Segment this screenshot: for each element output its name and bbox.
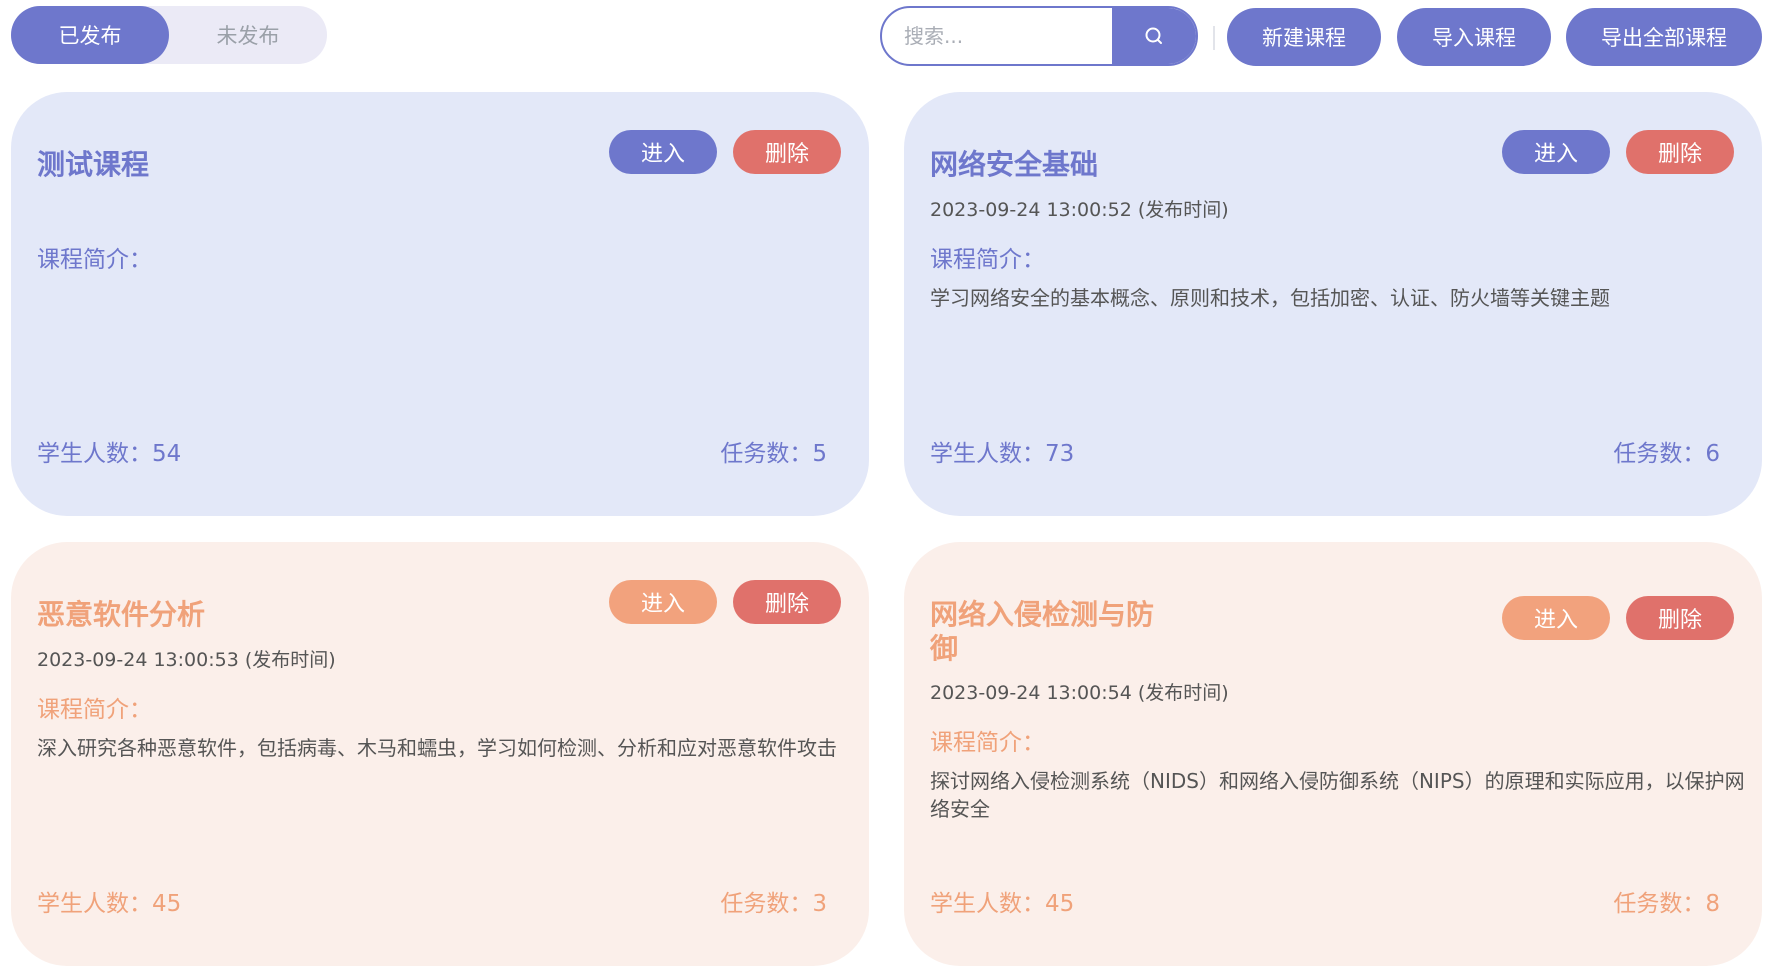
course-card: 恶意软件分析 进入 删除 2023-09-24 13:00:53 (发布时间) … — [11, 542, 869, 966]
course-title: 网络入侵检测与防御 — [930, 598, 1155, 665]
student-count: 学生人数：73 — [930, 441, 1075, 467]
task-count: 任务数：6 — [1613, 441, 1720, 467]
course-intro-text: 学习网络安全的基本概念、原则和技术，包括加密、认证、防火墙等关键主题 — [930, 286, 1610, 310]
publish-time: 2023-09-24 13:00:52 (发布时间) — [930, 199, 1229, 221]
export-all-courses-button[interactable]: 导出全部课程 — [1566, 8, 1762, 66]
task-count: 任务数：5 — [720, 441, 827, 467]
student-count: 学生人数：45 — [930, 891, 1075, 917]
delete-course-button[interactable]: 删除 — [1626, 596, 1734, 640]
delete-course-button[interactable]: 删除 — [733, 130, 841, 174]
search-button[interactable] — [1112, 8, 1196, 64]
task-count: 任务数：8 — [1613, 891, 1720, 917]
search-icon — [1145, 27, 1162, 44]
course-intro-label: 课程简介： — [930, 247, 1045, 273]
tab-unpublished[interactable]: 未发布 — [169, 6, 327, 64]
search-input[interactable] — [882, 8, 1116, 64]
publish-status-tabs: 已发布 未发布 — [11, 6, 327, 64]
new-course-button[interactable]: 新建课程 — [1227, 8, 1381, 66]
course-title: 恶意软件分析 — [37, 598, 206, 631]
student-count: 学生人数：54 — [37, 441, 182, 467]
course-intro-label: 课程简介： — [37, 697, 152, 723]
enter-course-button[interactable]: 进入 — [609, 130, 717, 174]
course-intro-label: 课程简介： — [930, 730, 1045, 756]
course-intro-label: 课程简介： — [37, 247, 152, 273]
enter-course-button[interactable]: 进入 — [1502, 130, 1610, 174]
enter-course-button[interactable]: 进入 — [609, 580, 717, 624]
task-count: 任务数：3 — [720, 891, 827, 917]
publish-time: 2023-09-24 13:00:54 (发布时间) — [930, 682, 1229, 704]
course-card: 网络入侵检测与防御 进入 删除 2023-09-24 13:00:54 (发布时… — [904, 542, 1762, 966]
course-management-page: 已发布 未发布 新建课程 导入课程 导出全部课程 测试课程 进入 删除 课程简介… — [0, 0, 1772, 978]
delete-course-button[interactable]: 删除 — [1626, 130, 1734, 174]
course-title: 网络安全基础 — [930, 148, 1099, 181]
course-intro-text: 探讨网络入侵检测系统（NIDS）和网络入侵防御系统（NIPS）的原理和实际应用，… — [930, 769, 1745, 821]
student-count: 学生人数：45 — [37, 891, 182, 917]
delete-course-button[interactable]: 删除 — [733, 580, 841, 624]
tab-published[interactable]: 已发布 — [11, 6, 169, 64]
course-card: 网络安全基础 进入 删除 2023-09-24 13:00:52 (发布时间) … — [904, 92, 1762, 516]
enter-course-button[interactable]: 进入 — [1502, 596, 1610, 640]
search-box — [880, 6, 1198, 66]
course-card: 测试课程 进入 删除 课程简介： 学生人数：54 任务数：5 — [11, 92, 869, 516]
toolbar-divider — [1213, 26, 1215, 50]
course-title: 测试课程 — [37, 148, 150, 181]
course-intro-text: 深入研究各种恶意软件，包括病毒、木马和蠕虫，学习如何检测、分析和应对恶意软件攻击 — [37, 736, 837, 760]
publish-time: 2023-09-24 13:00:53 (发布时间) — [37, 649, 336, 671]
import-course-button[interactable]: 导入课程 — [1397, 8, 1551, 66]
